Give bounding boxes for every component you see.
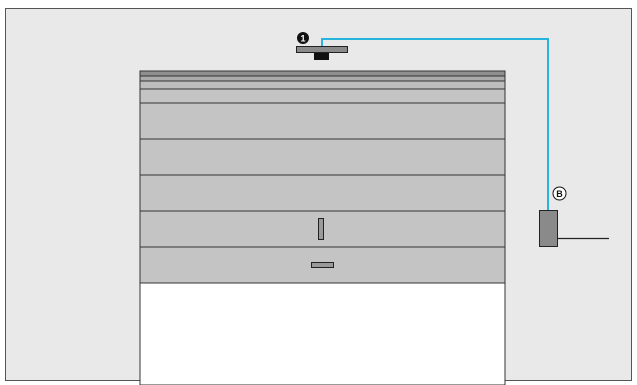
door-panel-1	[139, 102, 506, 140]
door-top-rails	[139, 70, 506, 104]
callout-1: 1	[297, 32, 309, 44]
door-handle	[318, 218, 324, 240]
callout-b-label: B	[556, 189, 563, 199]
sensor-bar	[296, 46, 348, 53]
door-panel-2	[139, 138, 506, 176]
callout-b: B	[552, 186, 567, 201]
door-panel-3	[139, 174, 506, 212]
sensor-base	[314, 53, 329, 60]
receiver-box	[539, 210, 558, 247]
door-lock	[311, 262, 334, 268]
callout-1-label: 1	[300, 34, 305, 44]
garage-door-diagram: 1 B	[5, 8, 632, 385]
